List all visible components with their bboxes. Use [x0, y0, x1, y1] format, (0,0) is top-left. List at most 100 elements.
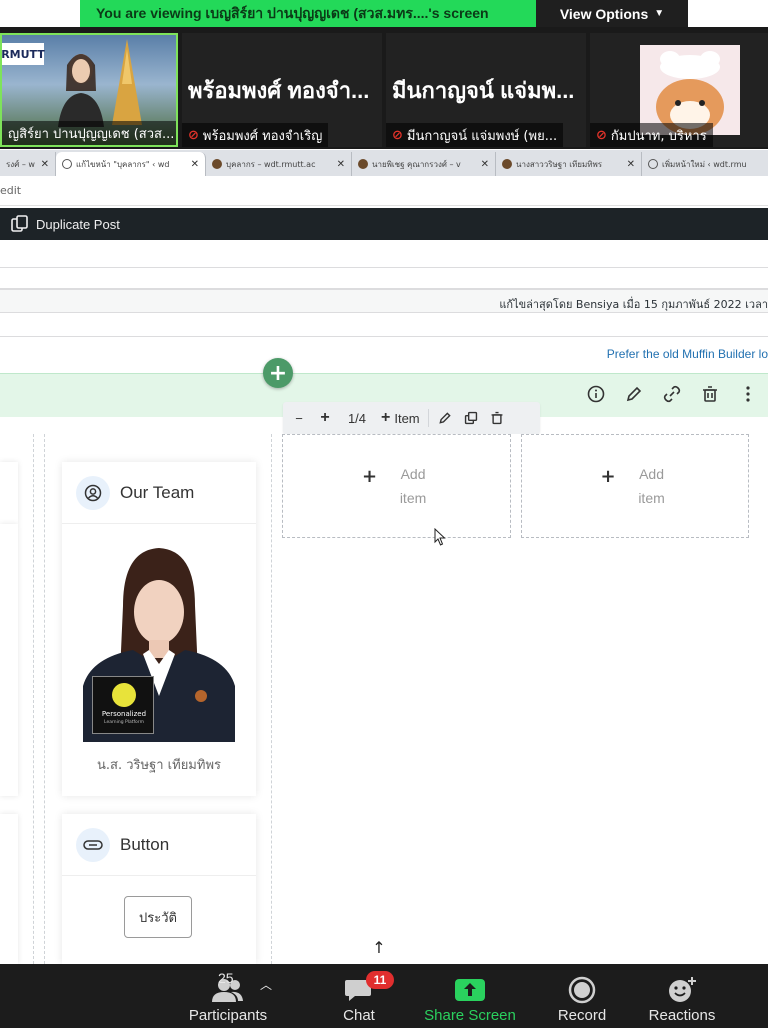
more-vertical-icon[interactable] [736, 382, 760, 406]
card-header: Button [62, 814, 256, 876]
record-label: Record [557, 1007, 607, 1024]
permalink-row [0, 268, 768, 289]
team-member-photo: Personalized Learning Platform [83, 546, 235, 742]
participants-button[interactable]: 25 ︿ Participants [182, 964, 274, 1028]
address-bar[interactable]: edit [0, 176, 768, 206]
clone-icon[interactable] [660, 382, 684, 406]
card-title: Button [120, 834, 170, 854]
card-title: Our Team [120, 482, 195, 502]
participant-tile[interactable]: มีนกาญจน์ แจ่มพ... ⊘ มีนกาญจน์ แจ่มพงษ์ … [386, 33, 586, 147]
tab-close-icon[interactable]: ✕ [337, 159, 345, 170]
browser-tab[interactable]: เพิ่มหน้าใหม่ ‹ wdt.rmu [642, 152, 768, 176]
user-circle-icon [76, 475, 110, 510]
mic-muted-icon: ⊘ [392, 127, 403, 143]
participant-tile[interactable]: พร้อมพงศ์ ทองจำ... ⊘ พร้อมพงศ์ ทองจำเริญ [182, 33, 382, 147]
screen-share-banner: You are viewing เบญสิร์ยา ปานปุญญเดช (สว… [80, 0, 688, 27]
last-edited-row: แก้ไขล่าสุดโดย Bensiya เมื่อ 15 กุมภาพัน… [0, 289, 768, 313]
last-edited-text: แก้ไขล่าสุดโดย Bensiya เมื่อ 15 กุมภาพัน… [499, 298, 768, 311]
participant-tile-presenter[interactable]: RMUTT ญสิร์ยา ปานปุญญเดช (สวส... [0, 33, 178, 147]
left-card-fragment [0, 462, 18, 524]
chat-unread-badge: 11 [366, 971, 394, 989]
site-favicon-icon [212, 159, 222, 169]
site-favicon-icon [502, 159, 512, 169]
trash-icon[interactable] [698, 382, 722, 406]
browser-tab-bar: รงศ์ – w ✕ แก้ไขหน้า "บุคลากร" ‹ wd ✕ บุ… [0, 150, 768, 176]
arrow-up-icon: ↑ [372, 937, 386, 957]
chat-button[interactable]: 11 Chat [328, 964, 394, 1028]
plus-icon: + [381, 409, 391, 426]
reactions-icon [669, 977, 696, 1002]
section-actions [584, 382, 760, 406]
toolbar-divider [427, 409, 429, 427]
personalized-learning-logo: Personalized Learning Platform [92, 676, 154, 734]
browser-tab[interactable]: รงศ์ – w ✕ [0, 152, 56, 176]
chat-label: Chat [343, 1007, 375, 1024]
globe-icon [648, 159, 658, 169]
share-screen-button[interactable]: Share Screen [420, 964, 520, 1028]
presenter-person-image [58, 54, 104, 127]
wrap-toolbar: − + 1/4 + Item [283, 402, 540, 434]
chevron-up-icon[interactable]: ︿ [260, 976, 272, 993]
record-icon [568, 976, 596, 1004]
participant-name: ⊘ กัมปนาท, บริหาร [590, 123, 713, 147]
tab-close-icon[interactable]: ✕ [627, 159, 635, 170]
tab-close-icon[interactable]: ✕ [191, 159, 199, 170]
site-favicon-icon [358, 159, 368, 169]
url-text: edit [0, 184, 22, 197]
participant-name: ⊘ มีนกาญจน์ แจ่มพงษ์ (พย... [386, 123, 564, 147]
title-field-row [0, 240, 768, 268]
profile-button[interactable]: ประวัติ [124, 896, 192, 938]
edit-pencil-icon[interactable] [433, 406, 457, 430]
tab-close-icon[interactable]: ✕ [481, 159, 489, 170]
share-screen-icon [455, 979, 485, 1001]
participant-video-strip: RMUTT ญสิร์ยา ปานปุญญเดช (สวส... พร้อมพง… [0, 27, 768, 149]
temple-image [112, 39, 142, 125]
duplicate-wrap-icon[interactable] [459, 406, 483, 430]
add-section-button[interactable]: + [263, 358, 293, 388]
delete-wrap-icon[interactable] [485, 406, 509, 430]
logo-mark-icon [112, 683, 136, 707]
old-builder-link[interactable]: Prefer the old Muffin Builder lo [607, 347, 768, 361]
add-item-button[interactable]: + Item [377, 406, 424, 430]
browser-tab[interactable]: นางสาววริษฐา เทียมทิพร ✕ [496, 152, 642, 176]
add-item-label: Add item [638, 466, 665, 506]
participant-name: ญสิร์ยา ปานปุญญเดช (สวส... [2, 121, 176, 145]
share-screen-label: Share Screen [424, 1007, 516, 1024]
decrease-size-button[interactable]: − [287, 406, 311, 430]
button-card[interactable]: Button ประวัติ [62, 814, 256, 964]
participants-count: 25 [218, 970, 234, 986]
size-fraction: 1/4 [347, 410, 367, 426]
wp-admin-toolbar: Duplicate Post [0, 208, 768, 240]
our-team-card[interactable]: Our Team Personalized Learning Platform … [62, 462, 256, 796]
add-item-placeholder[interactable]: + Add item [521, 434, 749, 538]
info-icon[interactable] [584, 382, 608, 406]
record-button[interactable]: Record [552, 964, 612, 1028]
link-icon [76, 827, 110, 862]
team-member-name: น.ส. วริษฐา เทียมทิพร [97, 758, 221, 773]
increase-size-button[interactable]: + [313, 406, 337, 430]
mouse-cursor-icon [434, 528, 446, 546]
participant-display-name: พร้อมพงศ์ ทองจำ... [188, 78, 370, 103]
participant-tile[interactable]: ⊘ กัมปนาท, บริหาร [590, 33, 768, 147]
view-options-label: View Options [559, 5, 649, 22]
plus-icon: + [361, 465, 378, 487]
participants-label: Participants [188, 1007, 268, 1024]
browser-tab[interactable]: นายพิเชฐ คุณากรวงศ์ – v ✕ [352, 152, 496, 176]
plus-icon: + [600, 465, 616, 487]
duplicate-post-link[interactable]: Duplicate Post [36, 217, 120, 232]
scroll-to-top-button[interactable]: ↑ [364, 930, 394, 964]
browser-tab[interactable]: บุคลากร – wdt.rmutt.ac ✕ [206, 152, 352, 176]
participant-display-name: มีนกาญจน์ แจ่มพ... [392, 78, 575, 103]
browser-tab-active[interactable]: แก้ไขหน้า "บุคลากร" ‹ wd ✕ [56, 152, 206, 176]
add-item-placeholder[interactable]: + Add item [282, 434, 511, 538]
mic-muted-icon: ⊘ [188, 127, 199, 143]
reactions-button[interactable]: Reactions [644, 964, 720, 1028]
mic-muted-icon: ⊘ [596, 127, 607, 143]
zoom-toolbar: 25 ︿ Participants 11 Chat Share Screen R… [0, 964, 768, 1028]
participant-name: ⊘ พร้อมพงศ์ ทองจำเริญ [182, 123, 329, 147]
tab-close-icon[interactable]: ✕ [41, 159, 49, 170]
pencil-icon[interactable] [622, 382, 646, 406]
globe-icon [62, 159, 72, 169]
left-card-fragment [0, 524, 18, 796]
view-options-button[interactable]: View Options ▼ [536, 0, 688, 27]
